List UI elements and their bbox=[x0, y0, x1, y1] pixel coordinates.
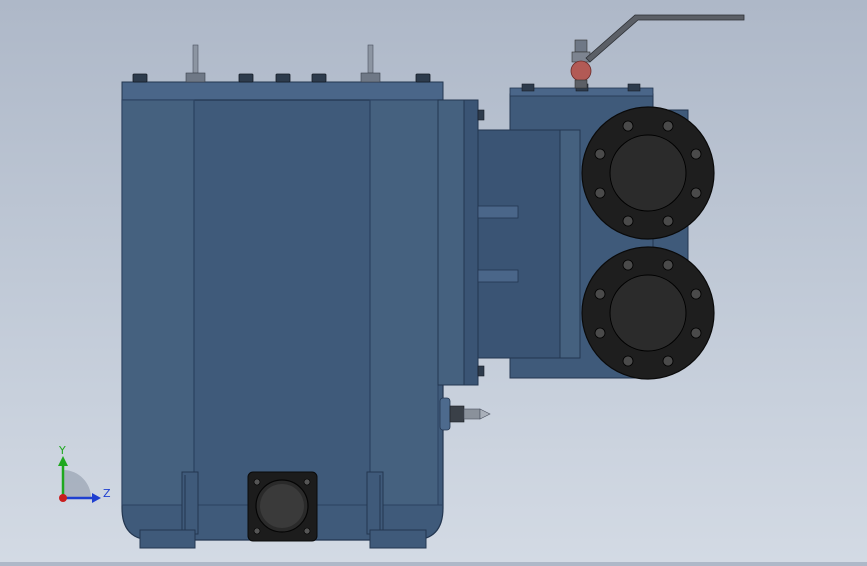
tank-assembly[interactable] bbox=[121, 44, 491, 549]
drain-fitting[interactable] bbox=[439, 397, 491, 431]
mounting-plate[interactable] bbox=[437, 99, 485, 386]
x-axis-point bbox=[59, 494, 67, 502]
tank-right-panel bbox=[369, 99, 439, 506]
tank-left-panel bbox=[121, 99, 195, 506]
z-axis-arrow bbox=[92, 493, 101, 503]
lower-flange[interactable] bbox=[581, 246, 715, 380]
upper-flange[interactable] bbox=[581, 106, 715, 240]
valve-handle[interactable] bbox=[585, 14, 745, 63]
orientation-triad[interactable]: Y Z bbox=[58, 444, 111, 503]
cad-viewport[interactable]: Y Z bbox=[0, 0, 867, 562]
y-axis-arrow bbox=[58, 456, 68, 466]
rib-upper bbox=[477, 205, 519, 219]
rib-lower bbox=[477, 269, 519, 283]
inspection-port[interactable] bbox=[247, 471, 318, 542]
lid-bolts bbox=[132, 73, 431, 83]
ball-valve[interactable] bbox=[570, 14, 745, 89]
tank-lid bbox=[121, 81, 444, 101]
model-canvas[interactable]: Y Z bbox=[0, 0, 867, 562]
z-axis-label: Z bbox=[103, 487, 111, 500]
y-axis-label: Y bbox=[58, 444, 66, 457]
